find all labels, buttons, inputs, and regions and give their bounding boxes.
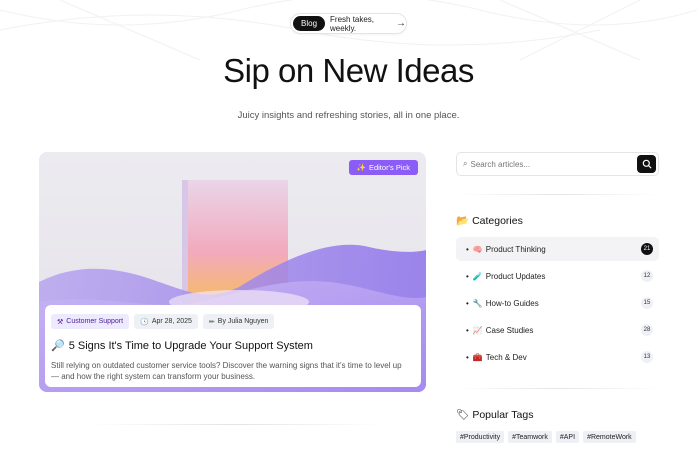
category-item-label: How-to Guides (485, 298, 539, 308)
list-bullet: • (466, 244, 469, 254)
category-count: 21 (641, 243, 653, 255)
featured-post-card[interactable]: ✨ Editor's Pick ⚒ Customer Support 🕓 Apr… (39, 152, 426, 392)
page-subtitle: Juicy insights and refreshing stories, a… (237, 110, 460, 121)
post-title[interactable]: 🔎 5 Signs It's Time to Upgrade Your Supp… (51, 339, 415, 353)
tools-icon: ⚒ (57, 318, 64, 326)
tag-list: #Productivity #Teamwork #API #RemoteWork (456, 431, 666, 443)
pencil-icon: ✏ (208, 318, 215, 326)
category-count: 28 (641, 324, 653, 336)
editors-pick-label: Editor's Pick (368, 163, 410, 172)
chart-icon: 📈 (472, 325, 483, 335)
search-input[interactable] (470, 159, 621, 169)
blog-badge: Blog (293, 16, 326, 31)
category-item-how-to-guides[interactable]: • 🔧 How-to Guides 15 (456, 291, 659, 315)
magnifier-icon: 🔎 (51, 340, 65, 352)
announcement-text: Fresh takes, weekly. (330, 14, 375, 33)
search-hint-icon: ⌕ (463, 159, 468, 168)
test-tube-icon: 🧪 (472, 271, 483, 281)
post-author: By Julia Nguyen (217, 318, 269, 325)
editors-pick-badge: ✨ Editor's Pick (348, 160, 418, 175)
brain-icon: 🧠 (472, 244, 483, 254)
date-chip: 🕓 Apr 28, 2025 (134, 314, 198, 329)
post-meta: ⚒ Customer Support 🕓 Apr 28, 2025 ✏ By J… (51, 314, 415, 329)
list-bullet: • (466, 325, 469, 335)
tag-remotework[interactable]: #RemoteWork (583, 431, 636, 443)
categories-title: Categories (472, 214, 523, 227)
list-bullet: • (466, 298, 469, 308)
search-button[interactable] (637, 155, 656, 173)
popular-tags-heading: 🏷 Popular Tags (456, 408, 534, 422)
author-chip[interactable]: ✏ By Julia Nguyen (202, 314, 275, 329)
content-divider (85, 424, 385, 425)
post-description: Still relying on outdated customer servi… (51, 361, 402, 381)
announcement-pill[interactable]: Blog Fresh takes, weekly. → (290, 13, 407, 34)
featured-post-info: ⚒ Customer Support 🕓 Apr 28, 2025 ✏ By J… (45, 305, 421, 387)
sparkle-icon: ✨ (356, 163, 366, 172)
category-count: 15 (641, 297, 653, 309)
category-item-label: Tech & Dev (485, 352, 527, 362)
category-item-label: Product Thinking (485, 244, 546, 254)
category-item-label: Product Updates (485, 271, 546, 281)
category-item-case-studies[interactable]: • 📈 Case Studies 28 (456, 318, 659, 342)
category-count: 12 (641, 270, 653, 282)
tag-teamwork[interactable]: #Teamwork (508, 431, 552, 443)
search-box: ⌕ (456, 152, 659, 176)
category-label: Customer Support (66, 318, 124, 325)
category-item-product-updates[interactable]: • 🧪 Product Updates 12 (456, 264, 659, 288)
arrow-right-icon: → (396, 18, 406, 29)
toolbox-icon: 🧰 (472, 352, 483, 362)
wrench-icon: 🔧 (472, 298, 483, 308)
category-list: • 🧠 Product Thinking 21 • 🧪 Product Upda… (456, 237, 659, 372)
category-chip[interactable]: ⚒ Customer Support (51, 314, 130, 329)
page-title: Sip on New Ideas (223, 52, 474, 89)
sidebar-divider (456, 194, 659, 195)
tag-api[interactable]: #API (555, 431, 580, 443)
tag-productivity[interactable]: #Productivity (456, 431, 505, 443)
category-item-product-thinking[interactable]: • 🧠 Product Thinking 21 (456, 237, 659, 261)
popular-tags-title: Popular Tags (472, 408, 534, 421)
tag-icon: 🏷 (456, 409, 470, 421)
list-bullet: • (466, 352, 469, 362)
list-bullet: • (466, 271, 469, 281)
category-count: 13 (641, 351, 653, 363)
folder-icon: 📂 (456, 215, 470, 227)
category-item-label: Case Studies (485, 325, 534, 335)
post-date: Apr 28, 2025 (151, 318, 192, 325)
categories-heading: 📂 Categories (456, 214, 523, 228)
sidebar-divider (456, 388, 659, 389)
category-item-tech-dev[interactable]: • 🧰 Tech & Dev 13 (456, 345, 659, 369)
clock-icon: 🕓 (140, 318, 149, 326)
post-title-text: 5 Signs It's Time to Upgrade Your Suppor… (68, 339, 313, 352)
search-icon (642, 159, 651, 169)
